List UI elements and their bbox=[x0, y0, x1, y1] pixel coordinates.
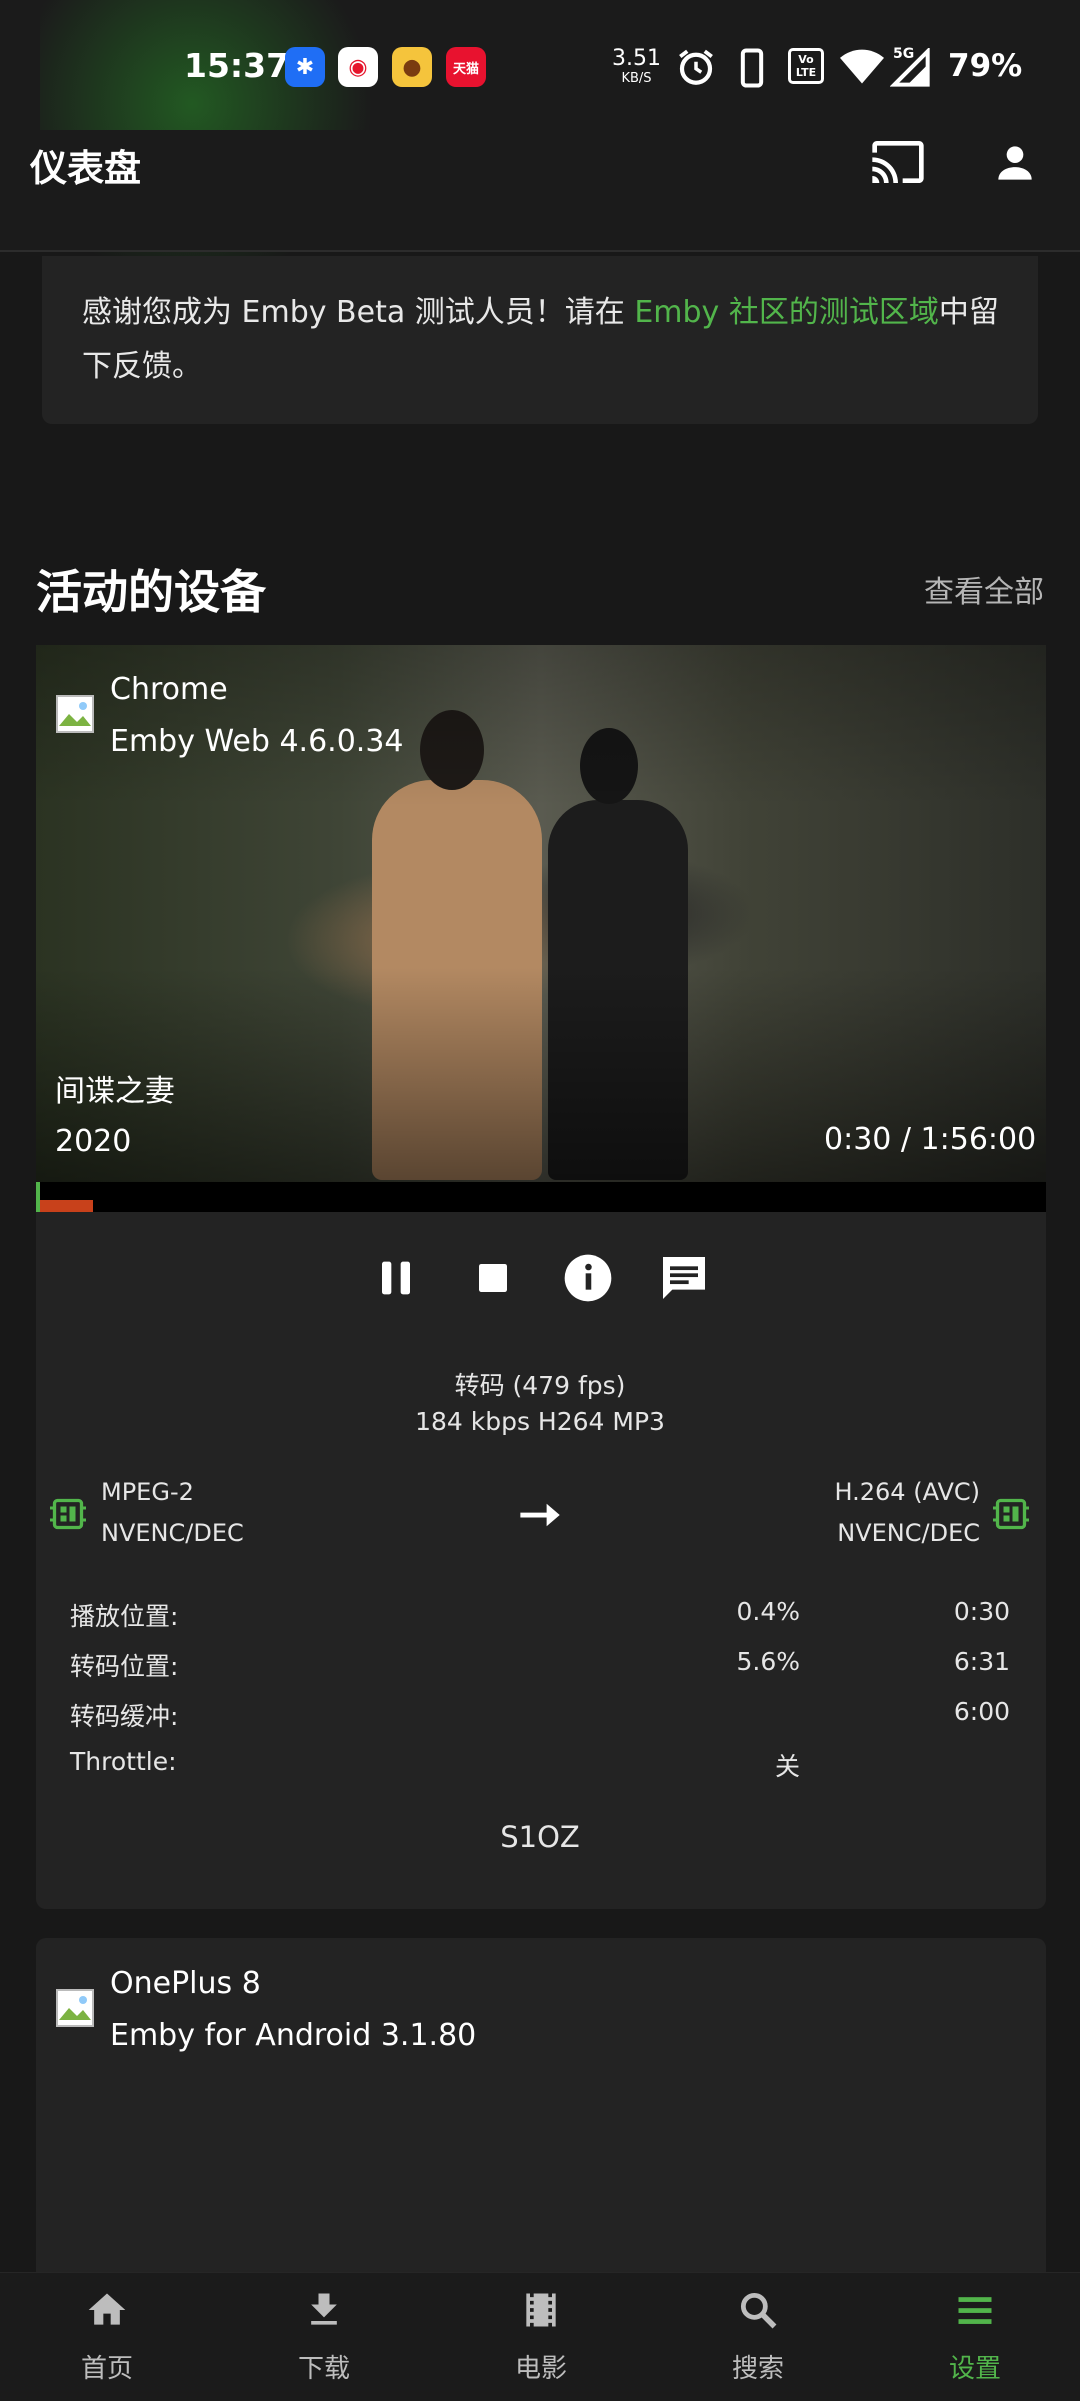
home-icon bbox=[88, 2293, 126, 2325]
target-codec-name: H.264 (AVC) bbox=[834, 1478, 980, 1506]
movie-icon bbox=[526, 2293, 556, 2327]
volte-icon: Vo LTE bbox=[788, 48, 824, 84]
arrow-right-icon bbox=[520, 1503, 560, 1527]
beta-notice-text: 感谢您成为 Emby Beta 测试人员！请在 Emby 社区的测试区域中留下反… bbox=[82, 286, 1002, 394]
target-codec: H.264 (AVC) NVENC/DEC bbox=[800, 1472, 980, 1554]
source-codec-name: MPEG-2 bbox=[101, 1478, 194, 1506]
media-year: 2020 bbox=[55, 1124, 132, 1159]
menu-icon bbox=[958, 2297, 992, 2324]
message-button[interactable] bbox=[656, 1250, 712, 1306]
chip-icon bbox=[50, 1498, 86, 1530]
play-position-percent: 0.4% bbox=[736, 1597, 800, 1626]
view-all-link[interactable]: 查看全部 bbox=[924, 567, 1044, 611]
device-app: Emby Web 4.6.0.34 bbox=[110, 724, 404, 759]
target-codec-hw: NVENC/DEC bbox=[837, 1519, 980, 1547]
info-icon bbox=[564, 1254, 612, 1302]
transcode-buffer-label: 转码缓冲: bbox=[70, 1702, 179, 1731]
transcode-info: 转码 (479 fps) bbox=[454, 1371, 626, 1400]
play-position-label: 播放位置: bbox=[70, 1602, 179, 1631]
user-icon[interactable] bbox=[990, 138, 1040, 188]
phone-icon bbox=[740, 48, 764, 88]
nav-download[interactable]: 下载 bbox=[249, 2272, 399, 2400]
info-button[interactable] bbox=[560, 1250, 616, 1306]
pause-icon bbox=[382, 1261, 410, 1295]
playback-time: 0:30 / 1:56:00 bbox=[824, 1122, 1037, 1157]
throttle-label: Throttle: bbox=[70, 1747, 177, 1776]
broken-image-icon bbox=[56, 1989, 94, 2027]
net-speed-unit: KB/S bbox=[621, 71, 652, 86]
broken-image-icon bbox=[56, 695, 94, 733]
net-speed: 3.51 KB/S bbox=[612, 46, 661, 89]
battery-level: 79% bbox=[948, 48, 1023, 84]
transcode-buffer-time: 6:00 bbox=[953, 1697, 1010, 1726]
source-codec-hw: NVENC/DEC bbox=[101, 1519, 244, 1547]
nav-movies[interactable]: 电影 bbox=[466, 2272, 616, 2400]
nav-home[interactable]: 首页 bbox=[32, 2272, 182, 2400]
pause-button[interactable] bbox=[368, 1250, 424, 1306]
throttle-value: 关 bbox=[774, 1752, 800, 1781]
transcode-position-label: 转码位置: bbox=[70, 1652, 179, 1681]
message-icon bbox=[663, 1257, 705, 1299]
status-time: 15:37 bbox=[184, 46, 290, 85]
playback-progress-track[interactable] bbox=[36, 1182, 1046, 1212]
search-icon bbox=[740, 2292, 777, 2329]
session-user: S1OZ bbox=[500, 1820, 580, 1854]
chip-icon bbox=[993, 1498, 1029, 1530]
device-app: Emby for Android 3.1.80 bbox=[110, 2018, 477, 2053]
stop-icon bbox=[479, 1264, 507, 1292]
device-client: Chrome bbox=[110, 672, 228, 707]
nav-home-label: 首页 bbox=[80, 2354, 133, 2384]
notice-text-before: 感谢您成为 Emby Beta 测试人员！请在 bbox=[82, 295, 635, 330]
alarm-icon bbox=[679, 49, 713, 85]
tmall-icon: 天猫 bbox=[446, 47, 486, 87]
play-position-time: 0:30 bbox=[953, 1597, 1010, 1626]
stream-info: 184 kbps H264 MP3 bbox=[415, 1407, 665, 1436]
signal-icon bbox=[890, 48, 930, 87]
weibo-icon: ◉ bbox=[338, 47, 378, 87]
net-speed-value: 3.51 bbox=[612, 46, 661, 71]
download-icon bbox=[311, 2293, 337, 2325]
transcode-position-time: 6:31 bbox=[953, 1647, 1010, 1676]
nav-settings[interactable]: 设置 bbox=[900, 2272, 1050, 2400]
active-devices-title: 活动的设备 bbox=[36, 565, 266, 619]
stop-button[interactable] bbox=[465, 1250, 521, 1306]
wifi-icon bbox=[840, 49, 884, 84]
transcode-position-percent: 5.6% bbox=[736, 1647, 800, 1676]
nav-download-label: 下载 bbox=[297, 2354, 350, 2384]
media-title[interactable]: 间谍之妻 bbox=[55, 1066, 175, 1110]
cast-icon[interactable] bbox=[868, 134, 928, 190]
nav-search[interactable]: 搜索 bbox=[683, 2272, 833, 2400]
playback-progress-fill bbox=[36, 1182, 40, 1212]
pig-app-icon: ● bbox=[392, 47, 432, 87]
page-title: 仪表盘 bbox=[30, 147, 141, 190]
nav-search-label: 搜索 bbox=[731, 2354, 784, 2384]
source-codec: MPEG-2 NVENC/DEC bbox=[101, 1472, 244, 1554]
nav-movies-label: 电影 bbox=[514, 2354, 567, 2384]
bubble-star-icon: ✱ bbox=[285, 47, 325, 87]
transcode-progress-fill bbox=[36, 1200, 93, 1212]
community-test-link[interactable]: Emby 社区的测试区域 bbox=[634, 295, 939, 330]
device-client: OnePlus 8 bbox=[110, 1966, 261, 2001]
nav-settings-label: 设置 bbox=[948, 2354, 1001, 2384]
